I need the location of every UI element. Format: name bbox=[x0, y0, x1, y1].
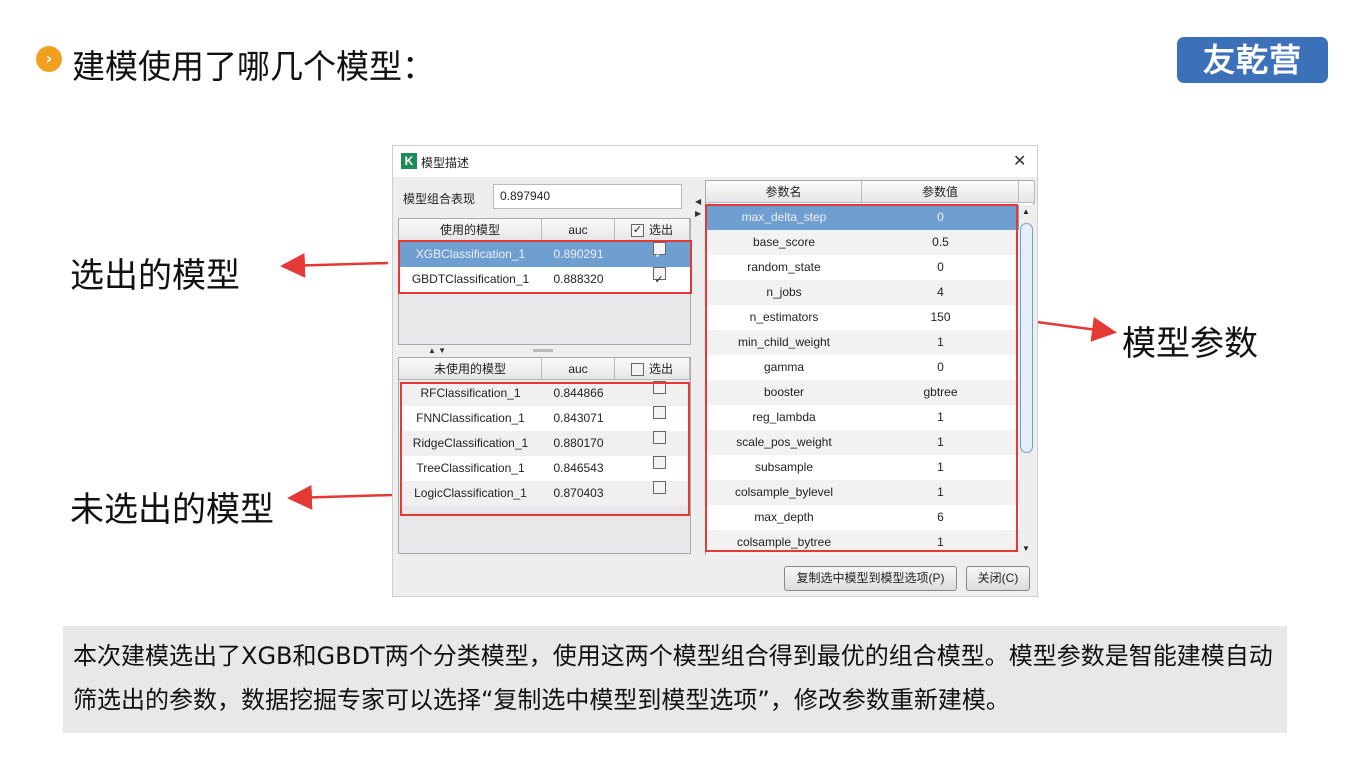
app-k-icon: K bbox=[401, 153, 417, 169]
vertical-scrollbar[interactable]: ▲ ▼ bbox=[1019, 205, 1034, 555]
column-header-1[interactable]: auc bbox=[542, 219, 615, 241]
splitter-arrows-icon[interactable]: ▲ ▼ bbox=[428, 346, 446, 355]
scrollbar-thumb[interactable] bbox=[1020, 223, 1033, 453]
column-header-2[interactable]: 选出 bbox=[615, 358, 690, 380]
column-header-1[interactable]: auc bbox=[542, 358, 615, 380]
header-label: auc bbox=[568, 223, 588, 237]
dialog-title: 模型描述 bbox=[421, 156, 470, 170]
divider-arrows-icon[interactable]: ◀ ▶ bbox=[695, 196, 701, 220]
splitter-handle[interactable] bbox=[533, 349, 553, 352]
header-label: 选出 bbox=[648, 223, 673, 237]
arrow-selected bbox=[280, 252, 389, 278]
highlight-unselected bbox=[400, 382, 690, 516]
select-all-checkbox[interactable] bbox=[630, 363, 644, 377]
column-header-0[interactable]: 使用的模型 bbox=[399, 219, 542, 241]
column-header-1[interactable]: 参数值 bbox=[862, 181, 1019, 203]
column-header-0[interactable]: 参数名 bbox=[706, 181, 862, 203]
highlight-selected bbox=[398, 240, 692, 294]
scroll-up-icon[interactable]: ▲ bbox=[1022, 207, 1030, 216]
column-header-filler bbox=[1019, 181, 1035, 203]
title-bar: K 模型描述 ✕ bbox=[393, 146, 1037, 177]
header-label: 选出 bbox=[648, 362, 673, 376]
model-description-dialog: K 模型描述 ✕ 模型组合表现 0.897940 使用的模型 auc ✓ 选出 XGBC… bbox=[392, 145, 1038, 597]
column-header-0[interactable]: 未使用的模型 bbox=[399, 358, 542, 380]
close-icon[interactable]: ✕ bbox=[1013, 151, 1026, 171]
header-label: 未使用的模型 bbox=[433, 362, 506, 376]
header-label: 使用的模型 bbox=[439, 223, 500, 237]
highlight-params bbox=[705, 204, 1018, 552]
arrow-unselected bbox=[287, 484, 393, 510]
column-header-2[interactable]: ✓ 选出 bbox=[615, 219, 690, 241]
caption-text: 本次建模选出了XGB和GBDT两个分类模型，使用这两个模型组合得到最优的组合模型… bbox=[63, 626, 1287, 733]
combo-label: 模型组合表现 bbox=[403, 192, 476, 206]
close-button[interactable]: 关闭(C) bbox=[966, 566, 1030, 591]
copy-to-options-button[interactable]: 复制选中模型到模型选项(P) bbox=[784, 566, 957, 591]
select-all-checkbox[interactable]: ✓ bbox=[630, 224, 644, 238]
combo-score-field[interactable]: 0.897940 bbox=[493, 184, 682, 209]
scroll-down-icon[interactable]: ▼ bbox=[1022, 544, 1030, 553]
header-label: auc bbox=[568, 362, 588, 376]
